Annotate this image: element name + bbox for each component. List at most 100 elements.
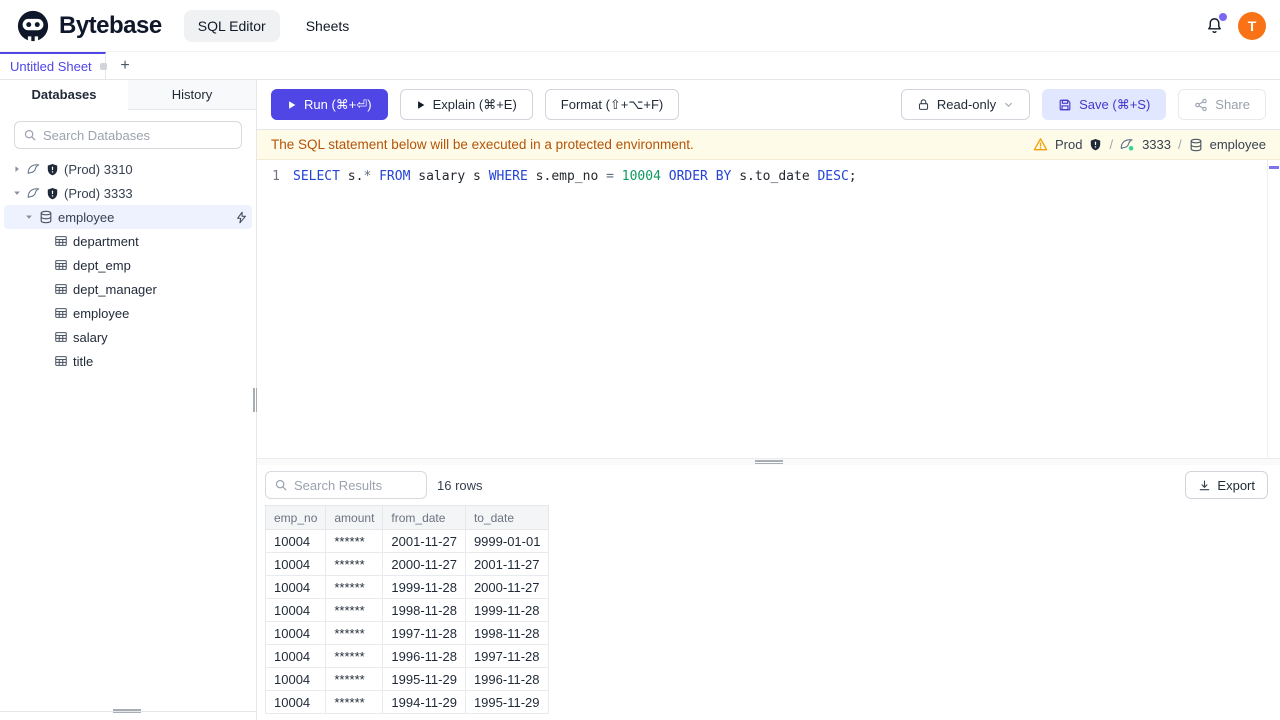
notification-dot (1219, 13, 1227, 21)
tree-table-dept_emp[interactable]: dept_emp (0, 253, 256, 277)
table-cell: ****** (325, 575, 384, 599)
results-panel: 16 rows Export emp_noamountfrom_dateto_d… (257, 465, 1280, 720)
share-icon (1194, 98, 1208, 112)
editor-scrollbar-gutter (1267, 160, 1268, 458)
table-cell: 1995-11-29 (382, 667, 466, 691)
table-cell: 1994-11-29 (382, 690, 466, 714)
table-cell: 1996-11-28 (382, 644, 466, 668)
table-row: 10004 ****** 1996-11-28 1997-11-28 (265, 644, 550, 668)
warning-icon (1033, 137, 1048, 152)
play-icon (416, 100, 426, 110)
sql-token: = (606, 168, 614, 184)
database-label[interactable]: employee (1210, 137, 1266, 152)
table-header: emp_no amount from_date to_date (265, 505, 550, 530)
tree-table-employee[interactable]: employee (0, 301, 256, 325)
sidebar-bottom-resize-handle[interactable] (0, 709, 256, 713)
readonly-mode-dropdown[interactable]: Read-only (900, 89, 1031, 120)
sql-token: SELECT (293, 168, 340, 184)
table-cell: 9999-01-01 (464, 529, 550, 553)
results-search-input[interactable] (294, 477, 418, 493)
results-resize-divider[interactable] (257, 458, 1280, 465)
tab-untitled-sheet[interactable]: Untitled Sheet (0, 52, 107, 79)
shield-icon (1089, 138, 1102, 151)
sheet-tab-bar: Untitled Sheet + (0, 52, 1280, 80)
table-cell: 1999-11-28 (382, 575, 466, 599)
tree-label: (Prod) 3333 (64, 185, 133, 201)
tree-label: dept_manager (73, 281, 157, 297)
table-cell: 10004 (265, 621, 327, 645)
search-icon (274, 478, 288, 492)
tree-instance--prod-3310[interactable]: (Prod) 3310 (0, 157, 256, 181)
user-avatar[interactable]: T (1238, 11, 1266, 40)
tree-label: employee (73, 305, 130, 321)
mysql-instance-icon (1120, 137, 1135, 152)
tab-databases[interactable]: Databases (0, 80, 128, 110)
tree-label: dept_emp (73, 257, 131, 273)
sql-token: ORDER BY (668, 168, 732, 184)
table-icon (54, 282, 68, 296)
database-search[interactable] (14, 121, 242, 149)
export-button[interactable]: Export (1185, 471, 1268, 499)
nav-sql-editor[interactable]: SQL Editor (183, 9, 280, 42)
table-cell: 2000-11-27 (382, 552, 466, 576)
shield-icon (46, 187, 59, 200)
download-icon (1198, 479, 1211, 492)
tree-label: salary (73, 329, 108, 345)
tree-table-title[interactable]: title (0, 349, 256, 373)
sql-token: ; (848, 168, 857, 184)
sql-token: s.to_date (731, 168, 818, 184)
column-header-emp_no: emp_no (265, 505, 327, 530)
table-cell: 10004 (265, 667, 327, 691)
tree-label: title (73, 353, 94, 369)
save-button[interactable]: Save (⌘+S) (1042, 89, 1167, 120)
table-row: 10004 ****** 2001-11-27 9999-01-01 (265, 529, 550, 553)
share-button[interactable]: Share (1178, 89, 1266, 120)
database-icon (39, 210, 53, 224)
run-button[interactable]: Run (⌘+⏎) (271, 89, 388, 120)
results-grid: emp_no amount from_date to_date 10004 ******… (265, 505, 1280, 714)
tree-table-department[interactable]: department (0, 229, 256, 253)
column-header-from_date: from_date (382, 505, 466, 530)
row-count: 16 rows (437, 477, 483, 493)
tab-history[interactable]: History (128, 80, 256, 110)
sheet-tab-label: Untitled Sheet (10, 59, 92, 74)
sql-token: DESC (817, 168, 849, 184)
main-panel: Run (⌘+⏎) Explain (⌘+E) Format (⇧+⌥+F) R… (257, 80, 1280, 720)
line-number: 1 (272, 168, 280, 184)
breadcrumb-separator: / (1109, 137, 1114, 152)
tree-instance--prod-3333[interactable]: (Prod) 3333 (0, 181, 256, 205)
environment-label: Prod (1054, 137, 1083, 152)
tree-database-employee[interactable]: employee (4, 205, 252, 229)
lock-icon (917, 98, 930, 111)
table-cell: 2001-11-27 (382, 529, 466, 553)
notifications-bell-icon[interactable] (1205, 13, 1227, 35)
toolbar-right: Read-only Save (⌘+S) Share (900, 89, 1266, 120)
brand[interactable]: Bytebase (0, 9, 162, 43)
database-search-input[interactable] (43, 127, 233, 143)
tree-table-salary[interactable]: salary (0, 325, 256, 349)
table-cell: ****** (325, 529, 384, 553)
results-search[interactable] (265, 471, 427, 499)
add-sheet-button[interactable]: + (111, 52, 139, 79)
tree-table-dept_manager[interactable]: dept_manager (0, 277, 256, 301)
sql-editor[interactable]: 1 SELECT s.* FROM salary s WHERE s.emp_n… (257, 160, 1280, 458)
table-cell: 2001-11-27 (464, 552, 550, 576)
caret-right-icon (12, 164, 22, 174)
sidebar: Databases History (Prod) 3310 (Prod) 3333… (0, 80, 256, 720)
connection-breadcrumb: Prod / 3333 / employee (1033, 137, 1266, 152)
explain-button[interactable]: Explain (⌘+E) (399, 89, 533, 120)
table-row: 10004 ****** 1998-11-28 1999-11-28 (265, 598, 550, 622)
table-cell: 2000-11-27 (464, 575, 550, 599)
instance-label[interactable]: 3333 (1142, 137, 1171, 152)
banner-message: The SQL statement below will be executed… (271, 137, 694, 152)
nav-sheets[interactable]: Sheets (292, 10, 364, 42)
run-label: Run (⌘+⏎) (304, 96, 372, 112)
table-cell: ****** (325, 598, 384, 622)
database-tree: (Prod) 3310 (Prod) 3333 employee department… (0, 157, 256, 373)
format-button[interactable]: Format (⇧+⌥+F) (544, 89, 680, 120)
chevron-down-icon (1003, 99, 1014, 110)
quick-query-bolt-icon[interactable] (235, 211, 248, 224)
table-icon (54, 330, 68, 344)
